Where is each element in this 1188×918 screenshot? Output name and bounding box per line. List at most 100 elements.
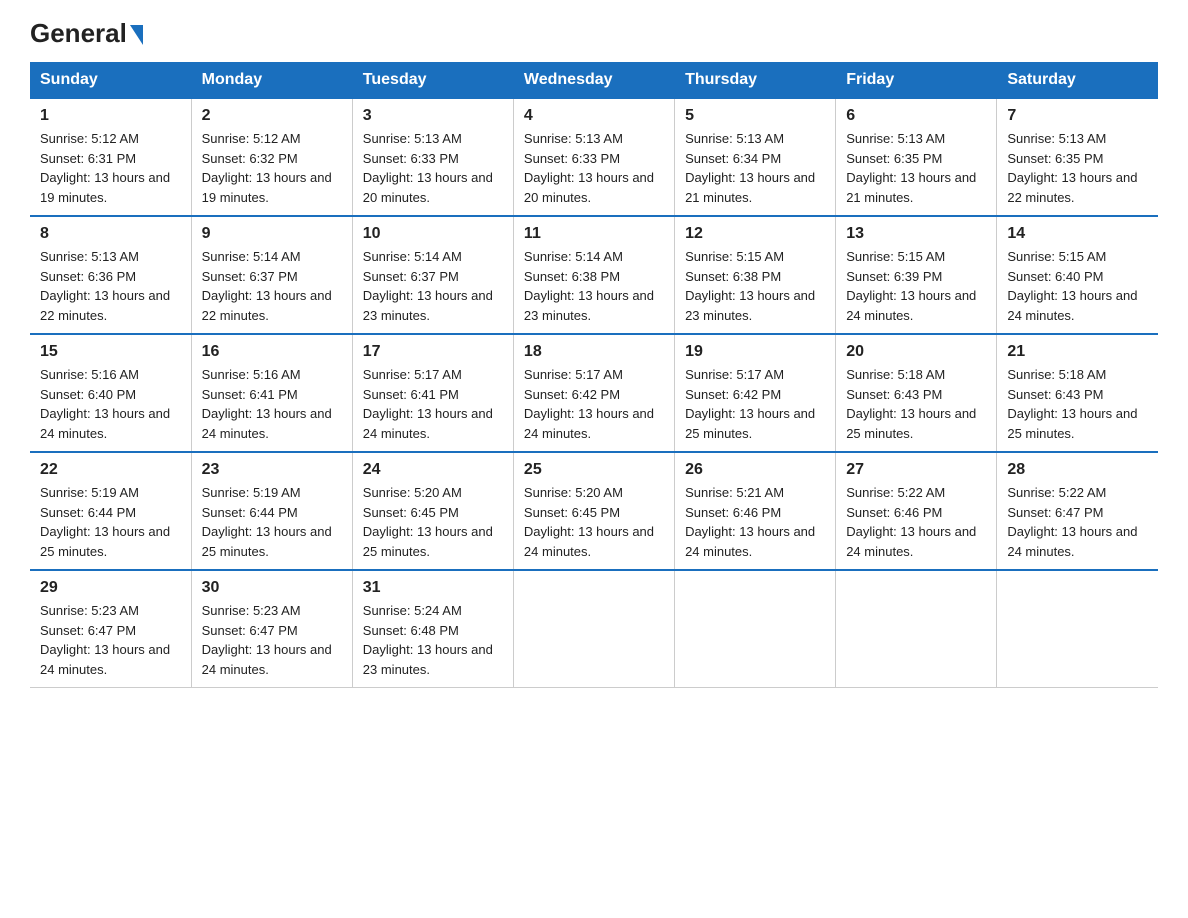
day-info: Sunrise: 5:22 AMSunset: 6:46 PMDaylight:… (846, 483, 986, 561)
logo: General (30, 20, 143, 44)
day-number: 31 (363, 579, 503, 597)
calendar-cell: 23 Sunrise: 5:19 AMSunset: 6:44 PMDaylig… (191, 452, 352, 570)
day-info: Sunrise: 5:13 AMSunset: 6:34 PMDaylight:… (685, 129, 825, 207)
weekday-header-thursday: Thursday (675, 63, 836, 99)
day-number: 7 (1007, 107, 1148, 125)
day-info: Sunrise: 5:19 AMSunset: 6:44 PMDaylight:… (40, 483, 181, 561)
day-number: 25 (524, 461, 664, 479)
calendar-cell: 1 Sunrise: 5:12 AMSunset: 6:31 PMDayligh… (30, 98, 191, 216)
day-info: Sunrise: 5:22 AMSunset: 6:47 PMDaylight:… (1007, 483, 1148, 561)
day-number: 1 (40, 107, 181, 125)
day-number: 4 (524, 107, 664, 125)
day-number: 11 (524, 225, 664, 243)
calendar-cell: 17 Sunrise: 5:17 AMSunset: 6:41 PMDaylig… (352, 334, 513, 452)
day-info: Sunrise: 5:18 AMSunset: 6:43 PMDaylight:… (846, 365, 986, 443)
day-info: Sunrise: 5:15 AMSunset: 6:38 PMDaylight:… (685, 247, 825, 325)
day-number: 2 (202, 107, 342, 125)
day-info: Sunrise: 5:20 AMSunset: 6:45 PMDaylight:… (363, 483, 503, 561)
calendar-cell (675, 570, 836, 688)
day-number: 24 (363, 461, 503, 479)
day-info: Sunrise: 5:23 AMSunset: 6:47 PMDaylight:… (202, 601, 342, 679)
weekday-header-friday: Friday (836, 63, 997, 99)
calendar-table: SundayMondayTuesdayWednesdayThursdayFrid… (30, 62, 1158, 688)
calendar-cell (997, 570, 1158, 688)
calendar-cell: 7 Sunrise: 5:13 AMSunset: 6:35 PMDayligh… (997, 98, 1158, 216)
calendar-cell: 11 Sunrise: 5:14 AMSunset: 6:38 PMDaylig… (513, 216, 674, 334)
calendar-cell: 8 Sunrise: 5:13 AMSunset: 6:36 PMDayligh… (30, 216, 191, 334)
calendar-cell: 14 Sunrise: 5:15 AMSunset: 6:40 PMDaylig… (997, 216, 1158, 334)
calendar-cell: 12 Sunrise: 5:15 AMSunset: 6:38 PMDaylig… (675, 216, 836, 334)
day-number: 23 (202, 461, 342, 479)
calendar-cell (836, 570, 997, 688)
calendar-cell: 31 Sunrise: 5:24 AMSunset: 6:48 PMDaylig… (352, 570, 513, 688)
day-number: 22 (40, 461, 181, 479)
day-info: Sunrise: 5:23 AMSunset: 6:47 PMDaylight:… (40, 601, 181, 679)
day-number: 3 (363, 107, 503, 125)
calendar-cell: 16 Sunrise: 5:16 AMSunset: 6:41 PMDaylig… (191, 334, 352, 452)
weekday-header-wednesday: Wednesday (513, 63, 674, 99)
calendar-week-1: 1 Sunrise: 5:12 AMSunset: 6:31 PMDayligh… (30, 98, 1158, 216)
day-number: 16 (202, 343, 342, 361)
day-info: Sunrise: 5:13 AMSunset: 6:33 PMDaylight:… (524, 129, 664, 207)
day-number: 14 (1007, 225, 1148, 243)
day-info: Sunrise: 5:20 AMSunset: 6:45 PMDaylight:… (524, 483, 664, 561)
calendar-cell: 18 Sunrise: 5:17 AMSunset: 6:42 PMDaylig… (513, 334, 674, 452)
calendar-cell: 10 Sunrise: 5:14 AMSunset: 6:37 PMDaylig… (352, 216, 513, 334)
day-number: 13 (846, 225, 986, 243)
day-info: Sunrise: 5:15 AMSunset: 6:40 PMDaylight:… (1007, 247, 1148, 325)
calendar-week-2: 8 Sunrise: 5:13 AMSunset: 6:36 PMDayligh… (30, 216, 1158, 334)
calendar-cell: 29 Sunrise: 5:23 AMSunset: 6:47 PMDaylig… (30, 570, 191, 688)
weekday-header-monday: Monday (191, 63, 352, 99)
day-number: 10 (363, 225, 503, 243)
day-number: 21 (1007, 343, 1148, 361)
calendar-week-3: 15 Sunrise: 5:16 AMSunset: 6:40 PMDaylig… (30, 334, 1158, 452)
day-info: Sunrise: 5:13 AMSunset: 6:36 PMDaylight:… (40, 247, 181, 325)
day-number: 27 (846, 461, 986, 479)
calendar-cell: 2 Sunrise: 5:12 AMSunset: 6:32 PMDayligh… (191, 98, 352, 216)
day-number: 12 (685, 225, 825, 243)
day-number: 17 (363, 343, 503, 361)
day-info: Sunrise: 5:14 AMSunset: 6:38 PMDaylight:… (524, 247, 664, 325)
day-number: 6 (846, 107, 986, 125)
day-number: 26 (685, 461, 825, 479)
day-number: 5 (685, 107, 825, 125)
day-info: Sunrise: 5:12 AMSunset: 6:31 PMDaylight:… (40, 129, 181, 207)
day-info: Sunrise: 5:14 AMSunset: 6:37 PMDaylight:… (363, 247, 503, 325)
calendar-cell: 3 Sunrise: 5:13 AMSunset: 6:33 PMDayligh… (352, 98, 513, 216)
day-info: Sunrise: 5:16 AMSunset: 6:41 PMDaylight:… (202, 365, 342, 443)
calendar-cell (513, 570, 674, 688)
day-info: Sunrise: 5:13 AMSunset: 6:35 PMDaylight:… (1007, 129, 1148, 207)
calendar-cell: 6 Sunrise: 5:13 AMSunset: 6:35 PMDayligh… (836, 98, 997, 216)
weekday-header-saturday: Saturday (997, 63, 1158, 99)
calendar-cell: 22 Sunrise: 5:19 AMSunset: 6:44 PMDaylig… (30, 452, 191, 570)
day-number: 29 (40, 579, 181, 597)
day-number: 9 (202, 225, 342, 243)
day-info: Sunrise: 5:17 AMSunset: 6:41 PMDaylight:… (363, 365, 503, 443)
day-number: 20 (846, 343, 986, 361)
day-number: 30 (202, 579, 342, 597)
calendar-cell: 24 Sunrise: 5:20 AMSunset: 6:45 PMDaylig… (352, 452, 513, 570)
calendar-cell: 9 Sunrise: 5:14 AMSunset: 6:37 PMDayligh… (191, 216, 352, 334)
calendar-header: SundayMondayTuesdayWednesdayThursdayFrid… (30, 63, 1158, 99)
day-info: Sunrise: 5:13 AMSunset: 6:33 PMDaylight:… (363, 129, 503, 207)
calendar-week-5: 29 Sunrise: 5:23 AMSunset: 6:47 PMDaylig… (30, 570, 1158, 688)
calendar-cell: 5 Sunrise: 5:13 AMSunset: 6:34 PMDayligh… (675, 98, 836, 216)
day-number: 28 (1007, 461, 1148, 479)
page-header: General (30, 20, 1158, 44)
calendar-cell: 20 Sunrise: 5:18 AMSunset: 6:43 PMDaylig… (836, 334, 997, 452)
day-number: 19 (685, 343, 825, 361)
calendar-cell: 26 Sunrise: 5:21 AMSunset: 6:46 PMDaylig… (675, 452, 836, 570)
day-info: Sunrise: 5:17 AMSunset: 6:42 PMDaylight:… (524, 365, 664, 443)
calendar-cell: 4 Sunrise: 5:13 AMSunset: 6:33 PMDayligh… (513, 98, 674, 216)
calendar-cell: 27 Sunrise: 5:22 AMSunset: 6:46 PMDaylig… (836, 452, 997, 570)
day-info: Sunrise: 5:14 AMSunset: 6:37 PMDaylight:… (202, 247, 342, 325)
day-info: Sunrise: 5:19 AMSunset: 6:44 PMDaylight:… (202, 483, 342, 561)
weekday-header-tuesday: Tuesday (352, 63, 513, 99)
day-info: Sunrise: 5:16 AMSunset: 6:40 PMDaylight:… (40, 365, 181, 443)
day-info: Sunrise: 5:24 AMSunset: 6:48 PMDaylight:… (363, 601, 503, 679)
day-info: Sunrise: 5:12 AMSunset: 6:32 PMDaylight:… (202, 129, 342, 207)
calendar-cell: 25 Sunrise: 5:20 AMSunset: 6:45 PMDaylig… (513, 452, 674, 570)
day-info: Sunrise: 5:15 AMSunset: 6:39 PMDaylight:… (846, 247, 986, 325)
calendar-cell: 21 Sunrise: 5:18 AMSunset: 6:43 PMDaylig… (997, 334, 1158, 452)
weekday-header-sunday: Sunday (30, 63, 191, 99)
